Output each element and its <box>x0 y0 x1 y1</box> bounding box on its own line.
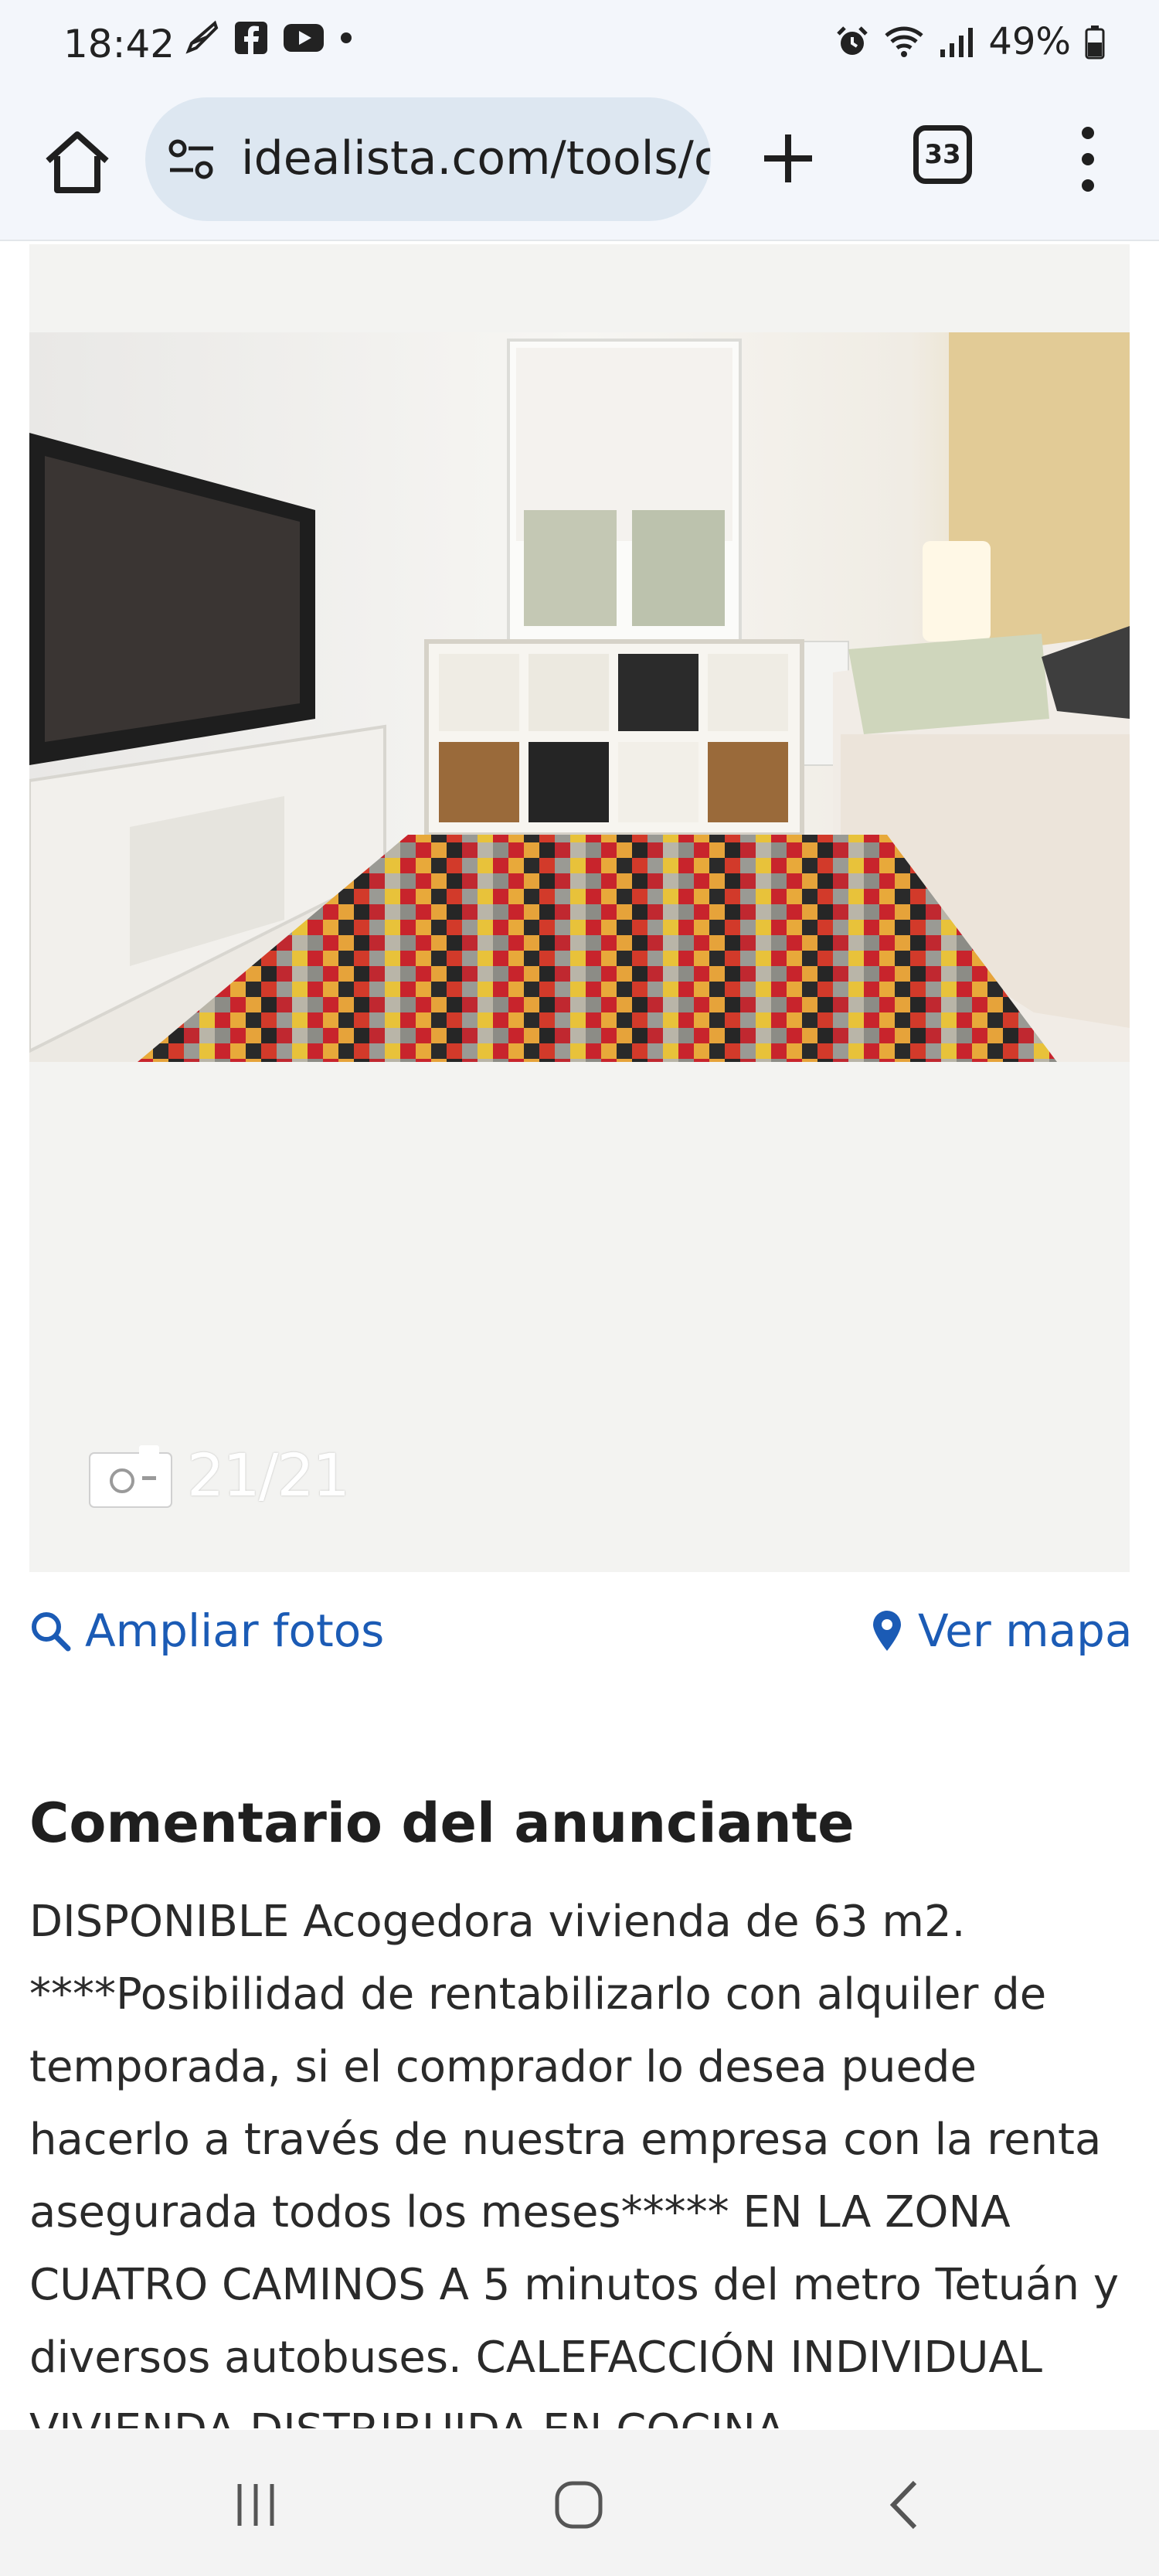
view-map-link[interactable]: Ver mapa <box>870 1600 1133 1662</box>
comment-heading: Comentario del anunciante <box>29 1792 855 1855</box>
status-time: 18:42 <box>63 22 175 66</box>
system-status: 49% <box>835 20 1105 63</box>
home-icon[interactable] <box>40 125 114 199</box>
wifi-icon <box>885 26 923 57</box>
more-notifications-dot-icon <box>341 32 352 43</box>
expand-photos-link[interactable]: Ampliar fotos <box>29 1600 384 1662</box>
view-map-label[interactable]: Ver mapa <box>918 1604 1133 1657</box>
back-icon[interactable] <box>885 2478 921 2532</box>
map-pin-icon <box>873 1611 901 1651</box>
tab-count: 33 <box>924 139 961 170</box>
more-options-icon[interactable] <box>1066 122 1110 196</box>
new-tab-plus-icon[interactable] <box>753 124 823 193</box>
photo-counter: 21/21 <box>88 1441 350 1509</box>
browser-toolbar: idealista.com/tools/c 33 <box>0 85 1159 241</box>
photo-counter-text: 21/21 <box>187 1441 350 1509</box>
address-bar[interactable]: idealista.com/tools/c <box>145 97 711 221</box>
system-navigation-bar <box>0 2430 1159 2576</box>
tab-switcher-button[interactable]: 33 <box>913 125 972 184</box>
alarm-icon <box>837 26 868 55</box>
facebook-icon <box>235 22 267 54</box>
search-icon <box>32 1612 71 1652</box>
signal-icon <box>940 28 974 57</box>
battery-percentage: 49% <box>988 20 1071 63</box>
home-nav-icon[interactable] <box>553 2479 604 2530</box>
url-text[interactable]: idealista.com/tools/c <box>241 131 711 185</box>
expand-photos-label[interactable]: Ampliar fotos <box>85 1604 384 1657</box>
listing-photo[interactable] <box>29 332 1130 1062</box>
recent-apps-icon[interactable] <box>232 2481 280 2529</box>
site-settings-icon[interactable] <box>167 138 216 181</box>
comment-text: DISPONIBLE Acogedora vivienda de 63 m2. … <box>29 1897 1119 2428</box>
photo-gallery[interactable]: 21/21 <box>29 244 1130 1572</box>
status-bar: 18:42 49% <box>0 0 1159 85</box>
feather-notification-icon <box>185 20 219 54</box>
notification-icons <box>184 20 354 56</box>
camera-icon <box>89 1445 172 1508</box>
battery-icon <box>1085 26 1105 60</box>
youtube-icon <box>284 24 324 52</box>
